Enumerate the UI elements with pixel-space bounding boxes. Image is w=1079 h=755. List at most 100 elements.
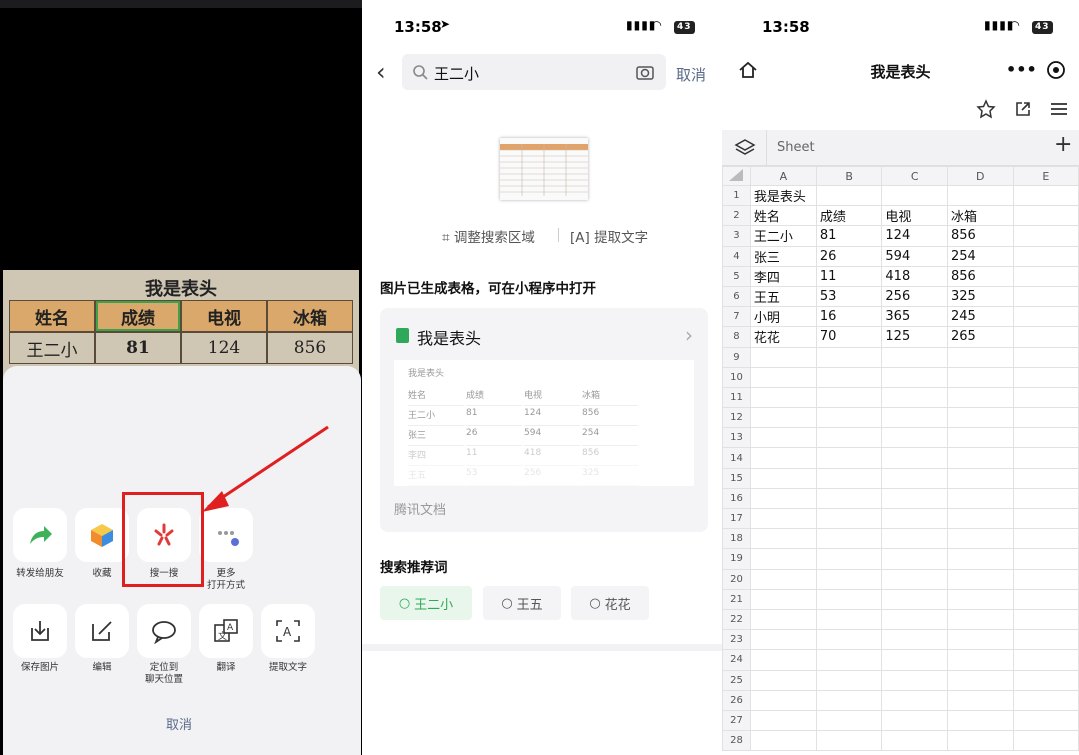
cell[interactable]: 花花	[749, 326, 817, 348]
back-button[interactable]: ‹	[376, 58, 386, 86]
cell[interactable]	[947, 588, 1014, 610]
cell[interactable]	[1012, 548, 1079, 570]
locate-chat-button[interactable]	[137, 604, 191, 658]
cell[interactable]: 256	[881, 285, 948, 308]
cell[interactable]	[947, 346, 1014, 368]
row-header[interactable]: 14	[722, 447, 751, 469]
cell[interactable]	[947, 467, 1014, 489]
more-open-button[interactable]	[199, 508, 253, 562]
cell[interactable]	[749, 568, 817, 590]
cancel-button[interactable]: 取消	[0, 714, 358, 733]
cell[interactable]	[749, 649, 817, 671]
row-header[interactable]: 20	[722, 568, 751, 590]
chip-suggest[interactable]: ○ 王五	[483, 586, 561, 620]
cell[interactable]	[881, 528, 948, 550]
row-header[interactable]: 16	[722, 487, 751, 510]
cell[interactable]	[749, 669, 817, 691]
cell[interactable]: 125	[881, 326, 948, 348]
cell[interactable]	[1012, 730, 1079, 752]
row-header[interactable]: 11	[722, 386, 751, 409]
row-header[interactable]: 3	[722, 225, 751, 247]
cell[interactable]	[1012, 588, 1079, 610]
cell[interactable]	[749, 730, 817, 752]
save-image-button[interactable]	[13, 604, 67, 658]
cell[interactable]	[815, 588, 883, 610]
cell[interactable]	[815, 548, 883, 570]
cell[interactable]: 365	[881, 306, 948, 328]
more-menu-icon[interactable]: •••	[1006, 60, 1037, 79]
cell[interactable]	[749, 588, 817, 610]
cell[interactable]	[881, 629, 948, 651]
cell[interactable]	[1012, 507, 1079, 530]
cell[interactable]	[881, 467, 948, 489]
row-header[interactable]: 28	[722, 730, 751, 752]
cell[interactable]: 254	[947, 245, 1014, 267]
row-header[interactable]: 26	[722, 689, 751, 711]
cell[interactable]	[749, 548, 817, 570]
camera-icon[interactable]	[636, 64, 654, 80]
cell[interactable]	[1012, 649, 1079, 671]
cell[interactable]	[749, 407, 817, 429]
cell[interactable]	[947, 689, 1014, 711]
cell[interactable]	[947, 608, 1014, 631]
layers-icon[interactable]	[734, 138, 756, 158]
extract-text-link[interactable]: [A] 提取文字	[570, 226, 648, 246]
cell[interactable]	[881, 407, 948, 429]
cell[interactable]: 王五	[749, 285, 817, 308]
cell[interactable]	[749, 346, 817, 368]
cell[interactable]	[815, 649, 883, 671]
row-header[interactable]: 4	[722, 245, 751, 267]
cell[interactable]	[881, 487, 948, 510]
cell[interactable]: 70	[815, 326, 883, 348]
cell[interactable]	[1012, 225, 1079, 247]
add-sheet-button[interactable]: +	[1054, 132, 1072, 157]
cell[interactable]	[947, 407, 1014, 429]
cell[interactable]: 856	[947, 225, 1014, 247]
cell[interactable]	[1012, 205, 1079, 227]
row-header[interactable]: 23	[722, 629, 751, 651]
row-header[interactable]: 24	[722, 649, 751, 671]
cell[interactable]	[881, 669, 948, 691]
cell[interactable]	[749, 528, 817, 550]
cell[interactable]: 张三	[749, 245, 817, 267]
row-header[interactable]: 8	[722, 326, 751, 348]
cell[interactable]	[749, 366, 817, 388]
cell[interactable]: 81	[815, 225, 883, 247]
cell[interactable]	[815, 568, 883, 590]
cell[interactable]	[881, 548, 948, 570]
cell[interactable]	[881, 568, 948, 590]
cell[interactable]: 小明	[749, 306, 817, 328]
cell[interactable]	[881, 184, 948, 207]
cell[interactable]: 姓名	[749, 205, 817, 227]
cell[interactable]	[815, 709, 883, 732]
cell[interactable]	[881, 386, 948, 409]
cell[interactable]	[1012, 487, 1079, 510]
cell[interactable]: 王二小	[749, 225, 817, 247]
cell[interactable]	[947, 568, 1014, 590]
doc-card[interactable]: 我是表头 › 我是表头 姓名 成绩 电视 冰箱 王二小 81 124 856 张三 26 594 25…	[380, 308, 708, 532]
row-header[interactable]: 17	[722, 507, 751, 530]
cell[interactable]: 124	[881, 225, 948, 247]
cell[interactable]	[815, 608, 883, 631]
cell[interactable]: 16	[815, 306, 883, 328]
cell[interactable]	[1012, 265, 1079, 287]
cell[interactable]	[1012, 386, 1079, 409]
sheet-tab[interactable]: Sheet	[777, 140, 815, 155]
cell[interactable]	[815, 386, 883, 409]
cell[interactable]	[815, 407, 883, 429]
row-header[interactable]: 7	[722, 306, 751, 328]
cell[interactable]	[815, 184, 883, 207]
cell[interactable]	[881, 588, 948, 610]
cell[interactable]	[815, 730, 883, 752]
cell[interactable]: 325	[947, 285, 1014, 308]
cell[interactable]	[881, 730, 948, 752]
column-header[interactable]: D	[947, 166, 1014, 186]
cell[interactable]	[947, 528, 1014, 550]
cell[interactable]	[815, 366, 883, 388]
cell[interactable]	[881, 608, 948, 631]
cell[interactable]	[815, 487, 883, 510]
row-header[interactable]: 15	[722, 467, 751, 489]
row-header[interactable]: 10	[722, 366, 751, 388]
cell[interactable]	[947, 629, 1014, 651]
cell[interactable]	[815, 346, 883, 368]
